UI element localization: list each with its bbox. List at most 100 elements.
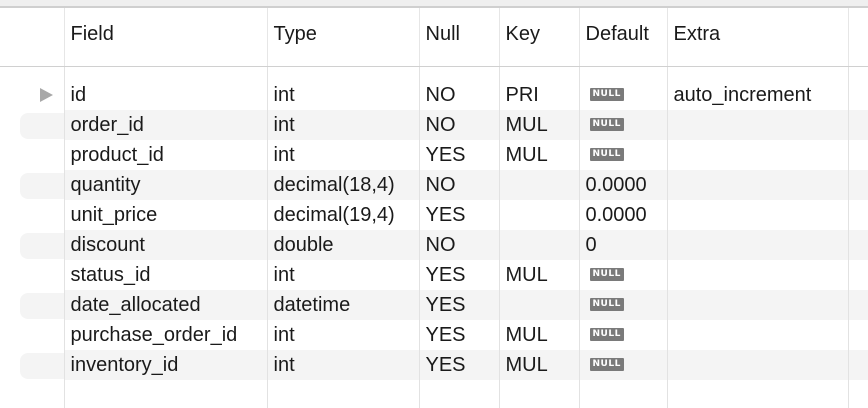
cell-field[interactable]: inventory_id — [63, 350, 267, 380]
column-header-field[interactable]: Field — [63, 8, 267, 67]
cell-extra[interactable] — [666, 170, 848, 200]
cell-extra[interactable] — [666, 230, 848, 260]
row-selector[interactable] — [0, 110, 64, 140]
row-selector[interactable] — [0, 320, 64, 350]
row-selector[interactable] — [0, 200, 64, 230]
row-selector[interactable] — [0, 260, 64, 290]
cell-field[interactable]: status_id — [63, 260, 267, 290]
row-selector[interactable] — [0, 80, 64, 110]
cell-null[interactable]: NO — [418, 110, 499, 140]
column-header-key[interactable]: Key — [498, 8, 579, 67]
cell-null[interactable]: YES — [418, 350, 499, 380]
row-selector-handle[interactable] — [20, 263, 64, 289]
cell-null[interactable]: NO — [418, 80, 499, 110]
cell-default[interactable]: NULL — [578, 140, 667, 170]
row-selector-handle[interactable] — [20, 143, 64, 169]
header-spacer — [0, 66, 868, 80]
cell-extra[interactable] — [666, 200, 848, 230]
cell-default[interactable]: NULL — [578, 290, 667, 320]
cell-default[interactable]: 0 — [578, 230, 667, 260]
cell-field[interactable]: quantity — [63, 170, 267, 200]
row-selector-handle[interactable] — [20, 173, 64, 199]
cell-type[interactable]: int — [266, 350, 419, 380]
top-divider — [0, 0, 868, 8]
cell-type[interactable]: int — [266, 320, 419, 350]
cell-type[interactable]: int — [266, 80, 419, 110]
cell-filler — [847, 140, 868, 170]
cell-key[interactable]: MUL — [498, 260, 579, 290]
cell-null[interactable]: YES — [418, 290, 499, 320]
cell-null[interactable]: YES — [418, 260, 499, 290]
table-row[interactable]: id int NO PRI NULL auto_increment — [0, 80, 868, 110]
cell-extra[interactable] — [666, 260, 848, 290]
cell-key[interactable]: PRI — [498, 80, 579, 110]
cell-key[interactable]: MUL — [498, 110, 579, 140]
cell-field[interactable]: product_id — [63, 140, 267, 170]
cell-field[interactable]: date_allocated — [63, 290, 267, 320]
cell-default[interactable]: NULL — [578, 80, 667, 110]
cell-extra[interactable] — [666, 110, 848, 140]
cell-default[interactable]: NULL — [578, 260, 667, 290]
column-header-extra[interactable]: Extra — [666, 8, 848, 67]
column-header-default[interactable]: Default — [578, 8, 667, 67]
column-header-type[interactable]: Type — [266, 8, 419, 67]
cell-type[interactable]: int — [266, 110, 419, 140]
cell-null[interactable]: YES — [418, 140, 499, 170]
row-selector[interactable] — [0, 170, 64, 200]
cell-key[interactable]: MUL — [498, 350, 579, 380]
row-selector[interactable] — [0, 290, 64, 320]
row-selector-handle[interactable] — [20, 293, 64, 319]
table-row[interactable]: discount double NO 0 — [0, 230, 868, 260]
table-row[interactable]: quantity decimal(18,4) NO 0.0000 — [0, 170, 868, 200]
cell-null[interactable]: NO — [418, 170, 499, 200]
row-selector-handle[interactable] — [20, 203, 64, 229]
cell-default[interactable]: 0.0000 — [578, 170, 667, 200]
cell-extra[interactable]: auto_increment — [666, 80, 848, 110]
cell-type[interactable]: decimal(18,4) — [266, 170, 419, 200]
table-row[interactable]: date_allocated datetime YES NULL — [0, 290, 868, 320]
empty-cell — [847, 380, 868, 408]
cell-default[interactable]: NULL — [578, 110, 667, 140]
cell-extra[interactable] — [666, 320, 848, 350]
row-selector-handle[interactable] — [20, 323, 64, 349]
cell-field[interactable]: order_id — [63, 110, 267, 140]
row-selector[interactable] — [0, 350, 64, 380]
row-selector[interactable] — [0, 140, 64, 170]
cell-field[interactable]: unit_price — [63, 200, 267, 230]
cell-key[interactable] — [498, 230, 579, 260]
row-selector-handle[interactable] — [20, 353, 64, 379]
cell-field[interactable]: purchase_order_id — [63, 320, 267, 350]
cell-key[interactable] — [498, 170, 579, 200]
cell-extra[interactable] — [666, 290, 848, 320]
cell-type[interactable]: datetime — [266, 290, 419, 320]
table-row[interactable]: product_id int YES MUL NULL — [0, 140, 868, 170]
cell-default[interactable]: NULL — [578, 350, 667, 380]
table-row[interactable]: inventory_id int YES MUL NULL — [0, 350, 868, 380]
table-row[interactable]: status_id int YES MUL NULL — [0, 260, 868, 290]
cell-null[interactable]: NO — [418, 230, 499, 260]
cell-field[interactable]: id — [63, 80, 267, 110]
row-selector-handle[interactable] — [20, 233, 64, 259]
cell-field[interactable]: discount — [63, 230, 267, 260]
table-row[interactable]: order_id int NO MUL NULL — [0, 110, 868, 140]
table-row[interactable]: unit_price decimal(19,4) YES 0.0000 — [0, 200, 868, 230]
cell-type[interactable]: double — [266, 230, 419, 260]
row-selector-handle[interactable] — [20, 113, 64, 139]
cell-null[interactable]: YES — [418, 200, 499, 230]
cell-type[interactable]: int — [266, 260, 419, 290]
cell-extra[interactable] — [666, 350, 848, 380]
cell-type[interactable]: int — [266, 140, 419, 170]
cell-key[interactable] — [498, 290, 579, 320]
table-row[interactable]: purchase_order_id int YES MUL NULL — [0, 320, 868, 350]
cell-default[interactable]: NULL — [578, 320, 667, 350]
cell-default[interactable]: 0.0000 — [578, 200, 667, 230]
cell-key[interactable]: MUL — [498, 320, 579, 350]
cell-extra[interactable] — [666, 140, 848, 170]
cell-type[interactable]: decimal(19,4) — [266, 200, 419, 230]
row-selector[interactable] — [0, 230, 64, 260]
cell-null[interactable]: YES — [418, 320, 499, 350]
column-header-null[interactable]: Null — [418, 8, 499, 67]
cell-key[interactable] — [498, 200, 579, 230]
cell-key[interactable]: MUL — [498, 140, 579, 170]
cell-filler — [847, 230, 868, 260]
